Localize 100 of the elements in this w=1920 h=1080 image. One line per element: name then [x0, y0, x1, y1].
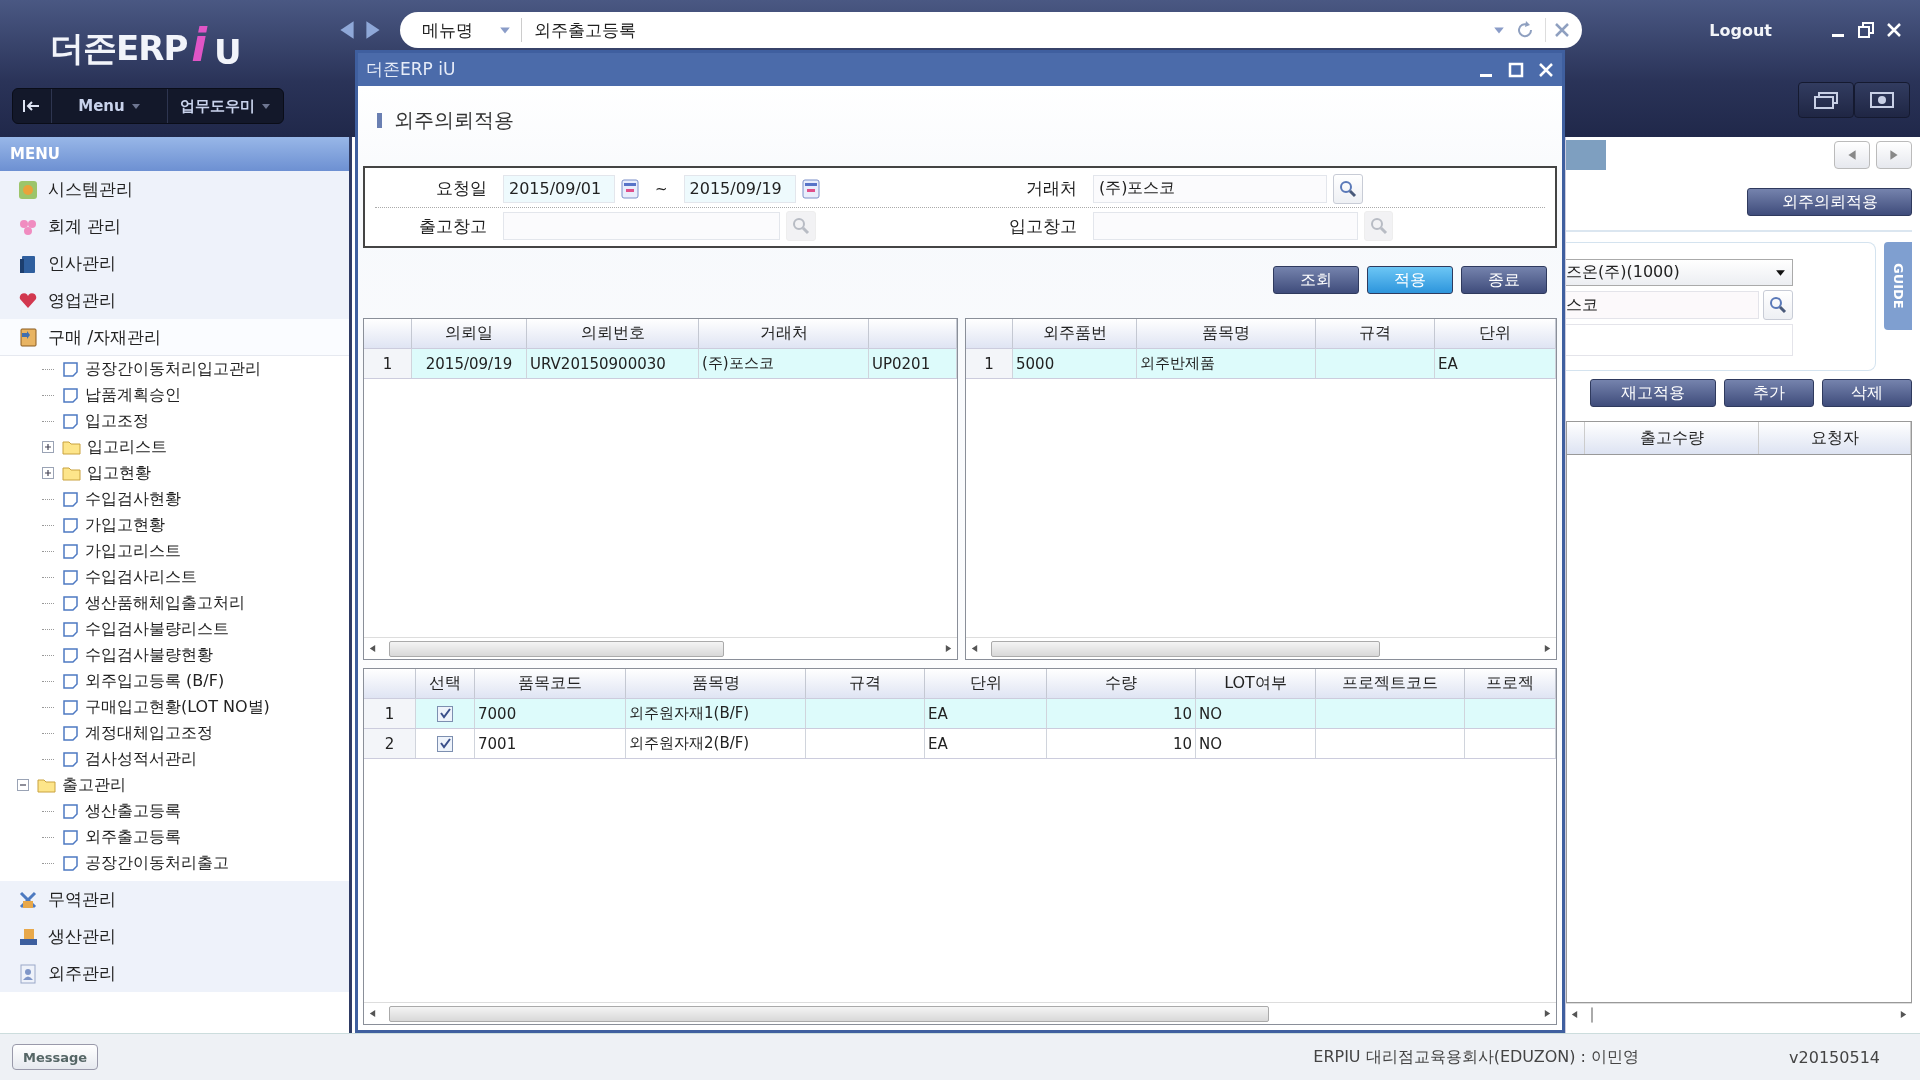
menu-module[interactable]: 회계 관리	[0, 208, 349, 245]
checkbox[interactable]	[437, 705, 453, 722]
menu-module[interactable]: 구매 /자재관리	[0, 319, 349, 356]
search-button[interactable]	[1333, 173, 1363, 204]
column-header[interactable]: 선택	[416, 669, 475, 698]
tree-folder[interactable]: 출고관리	[0, 772, 349, 798]
column-header[interactable]: 단위	[1435, 319, 1556, 348]
next-button[interactable]	[1876, 141, 1912, 169]
column-header[interactable]: 프로젝트코드	[1316, 669, 1465, 698]
previous-button[interactable]	[1834, 141, 1870, 169]
column-header[interactable]: 품목명	[626, 669, 806, 698]
tree-item[interactable]: 입고조정	[0, 408, 349, 434]
column-header[interactable]: 거래처	[699, 319, 869, 348]
column-header[interactable]: 요청자	[1759, 422, 1911, 454]
tree-item[interactable]: 외주입고등록 (B/F)	[0, 668, 349, 694]
scroll-left-icon[interactable]	[1570, 1010, 1579, 1019]
scroll-right-icon[interactable]	[1543, 644, 1552, 653]
tree-item[interactable]: 납품계획승인	[0, 382, 349, 408]
calendar-icon[interactable]	[621, 178, 639, 199]
tree-item[interactable]: 수입검사불량현황	[0, 642, 349, 668]
scrollbar[interactable]	[364, 1002, 1556, 1024]
scroll-right-icon[interactable]	[1543, 1009, 1552, 1018]
date-field[interactable]: 2015/09/01	[503, 174, 615, 203]
scroll-right-icon[interactable]	[1899, 1010, 1908, 1019]
search-button[interactable]	[1763, 290, 1793, 320]
expand-icon[interactable]	[42, 441, 54, 453]
tree-folder[interactable]: 입고현황	[0, 460, 349, 486]
tree-item[interactable]: 공장간이동처리출고	[0, 850, 349, 876]
column-header[interactable]: 외주품번	[1013, 319, 1137, 348]
arrow-icon[interactable]	[1846, 149, 1858, 161]
column-header[interactable]: 단위	[925, 669, 1047, 698]
apply-request-button[interactable]: 외주의뢰적용	[1747, 188, 1912, 216]
grid-row[interactable]: 1 7000 외주원자재1(B/F) EA 10 NO	[364, 699, 1556, 729]
tree-item[interactable]: 외주출고등록	[0, 824, 349, 850]
column-header[interactable]: 의뢰번호	[527, 319, 699, 348]
scroll-left-icon[interactable]	[970, 644, 979, 653]
grid-row[interactable]: 2 7001 외주원자재2(B/F) EA 10 NO	[364, 729, 1556, 759]
restore-icon[interactable]	[1858, 22, 1874, 38]
column-header[interactable]: 품목코드	[475, 669, 626, 698]
column-header[interactable]: LOT여부	[1196, 669, 1316, 698]
column-header[interactable]: 출고수량	[1585, 422, 1759, 454]
action-button[interactable]: 재고적용	[1590, 379, 1716, 407]
maximize-icon[interactable]	[1508, 61, 1524, 78]
collapse-icon[interactable]	[17, 779, 29, 791]
tree-item[interactable]: 구매입고현황(LOT NO별)	[0, 694, 349, 720]
caret-icon[interactable]	[1775, 267, 1786, 278]
checkbox[interactable]	[437, 735, 453, 752]
logout-link[interactable]: Logout	[1709, 20, 1772, 40]
menu-module[interactable]: 영업관리	[0, 282, 349, 319]
scroll-right-icon[interactable]	[944, 644, 953, 653]
menu-button[interactable]: 업무도우미	[167, 89, 283, 123]
company-dropdown[interactable]: 즈온(주)(1000)	[1566, 259, 1793, 286]
tree-item[interactable]: 가입고현황	[0, 512, 349, 538]
expand-icon[interactable]	[42, 467, 54, 479]
menu-module[interactable]: 시스템관리	[0, 171, 349, 208]
tree-folder[interactable]: 입고리스트	[0, 434, 349, 460]
dialog-button[interactable]: 종료	[1461, 266, 1547, 294]
column-header[interactable]: 품목명	[1137, 319, 1316, 348]
tree-item[interactable]: 수입검사불량리스트	[0, 616, 349, 642]
refresh-icon[interactable]	[1515, 20, 1535, 40]
scrollbar[interactable]	[966, 637, 1556, 659]
grid-row[interactable]: 1 5000 외주반제품 EA	[966, 349, 1556, 379]
menu-module[interactable]: 무역관리	[0, 881, 349, 918]
menu-module[interactable]: 생산관리	[0, 918, 349, 955]
menu-search-bar[interactable]: 메뉴명 외주출고등록	[400, 12, 1582, 48]
tree-item[interactable]: 가입고리스트	[0, 538, 349, 564]
grid-row[interactable]: 1 2015/09/19 URV20150900030 (주)포스코 UP0201	[364, 349, 957, 379]
column-header[interactable]: 수량	[1047, 669, 1196, 698]
tree-item[interactable]: 공장간이동처리입고관리	[0, 356, 349, 382]
message-button[interactable]: Message	[12, 1044, 99, 1070]
scope-dropdown[interactable]: 메뉴명	[422, 18, 522, 42]
dialog-button[interactable]: 조회	[1273, 266, 1359, 294]
action-button[interactable]: 추가	[1724, 379, 1814, 407]
input-field[interactable]	[1566, 324, 1793, 356]
column-header[interactable]: 규격	[1316, 319, 1435, 348]
input-field[interactable]	[503, 212, 780, 240]
tree-item[interactable]: 검사성적서관리	[0, 746, 349, 772]
menu-module[interactable]: 인사관리	[0, 245, 349, 282]
scrollbar[interactable]	[364, 637, 957, 659]
date-field[interactable]: 2015/09/19	[683, 174, 796, 203]
input-field[interactable]: 스코	[1566, 291, 1759, 319]
menu-button[interactable]: Menu	[51, 89, 167, 123]
input-field[interactable]	[1093, 212, 1359, 240]
tree-item[interactable]: 생산품해체입출고처리	[0, 590, 349, 616]
tree-item[interactable]: 계정대체입고조정	[0, 720, 349, 746]
screen-button[interactable]	[1854, 82, 1910, 118]
window-button[interactable]	[1798, 82, 1854, 118]
column-header[interactable]: 규격	[806, 669, 925, 698]
calendar-icon[interactable]	[801, 178, 820, 199]
tree-item[interactable]: 생산출고등록	[0, 798, 349, 824]
scroll-left-icon[interactable]	[368, 644, 377, 653]
action-button[interactable]: 삭제	[1822, 379, 1912, 407]
tree-item[interactable]: 수입검사현황	[0, 486, 349, 512]
scroll-left-icon[interactable]	[368, 1009, 377, 1018]
arrow-icon[interactable]	[1888, 149, 1900, 161]
column-header[interactable]: 의뢰일	[412, 319, 527, 348]
tree-item[interactable]: 수입검사리스트	[0, 564, 349, 590]
menu-module[interactable]: 외주관리	[0, 955, 349, 992]
column-header[interactable]: 프로젝	[1465, 669, 1556, 698]
input-field[interactable]: (주)포스코	[1093, 174, 1327, 203]
